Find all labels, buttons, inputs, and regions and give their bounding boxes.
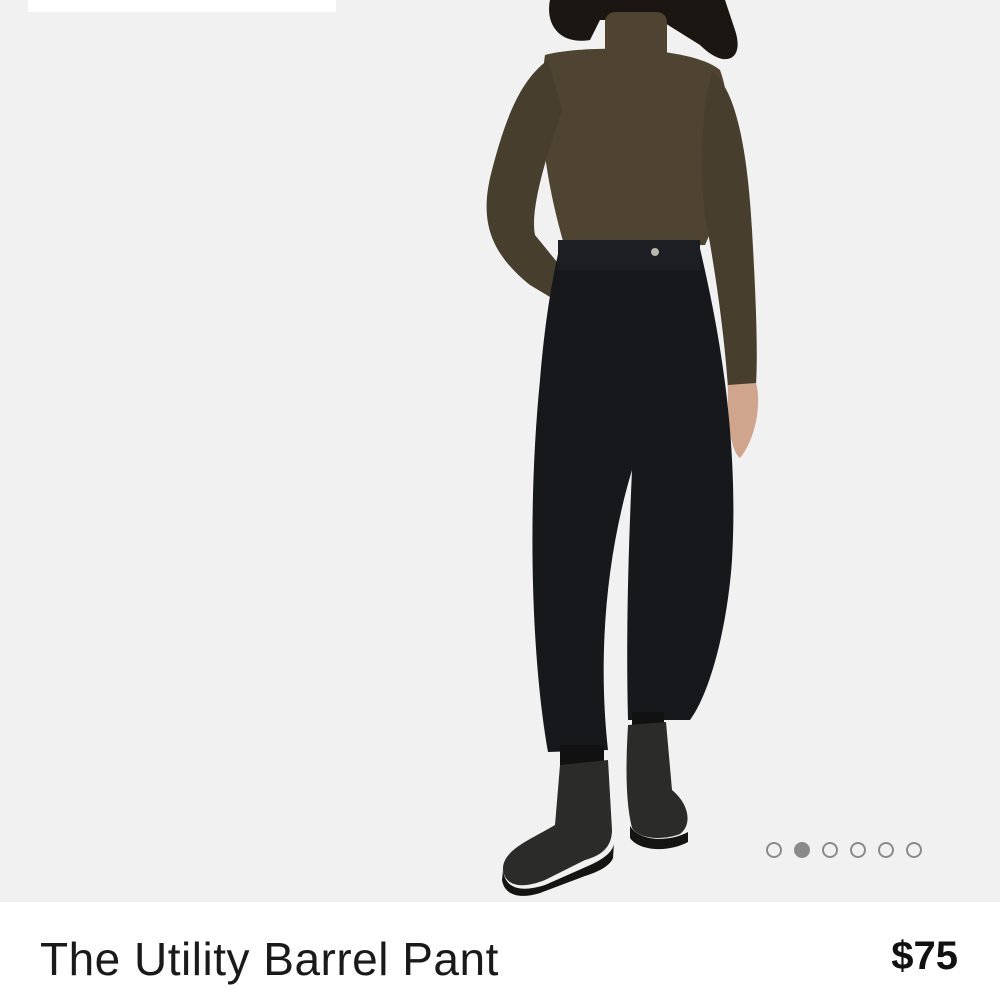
product-image-gallery[interactable] (0, 0, 1000, 902)
product-photo (486, 0, 759, 896)
gallery-dot[interactable] (766, 842, 782, 858)
gallery-dot[interactable] (850, 842, 866, 858)
gallery-dot[interactable] (878, 842, 894, 858)
pants-button (651, 248, 659, 256)
gallery-dot-active[interactable] (794, 842, 810, 858)
gallery-dot[interactable] (906, 842, 922, 858)
pants-waistband (558, 240, 700, 270)
pants (532, 240, 734, 752)
right-hand (727, 383, 759, 458)
gallery-pagination (766, 842, 922, 858)
product-price: $75 (891, 934, 958, 978)
turtleneck-body (541, 48, 729, 248)
product-title[interactable]: The Utility Barrel Pant (40, 932, 499, 986)
gallery-dot[interactable] (822, 842, 838, 858)
right-boot (626, 722, 688, 838)
